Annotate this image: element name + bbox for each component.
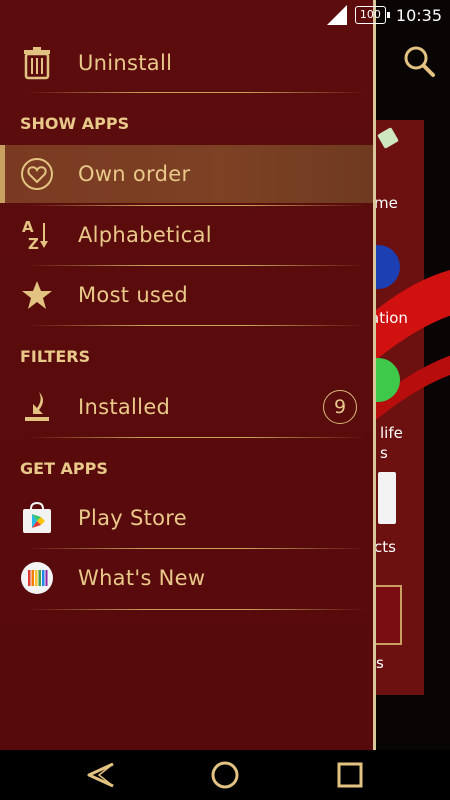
section-header-get-apps: GET APPS <box>20 459 108 478</box>
star-icon <box>20 278 54 312</box>
drawer-item-installed[interactable]: Installed 9 <box>0 378 373 436</box>
signal-strength-icon <box>326 5 347 25</box>
drawer-item-label: Play Store <box>78 506 187 530</box>
app-label-partial-6: s <box>376 654 384 672</box>
navigation-drawer: Uninstall SHOW APPS Own order A Z Alphab… <box>0 0 376 750</box>
section-header-filters: FILTERS <box>20 347 91 366</box>
back-icon <box>87 762 114 788</box>
svg-text:Z: Z <box>28 235 39 253</box>
drawer-item-label: Alphabetical <box>78 223 212 247</box>
drawer-item-uninstall[interactable]: Uninstall <box>0 36 373 90</box>
whats-new-icon <box>20 561 54 595</box>
app-label-partial-4: s <box>380 444 388 462</box>
download-icon <box>20 390 54 424</box>
app-label-partial-2: ation <box>376 309 408 327</box>
app-icon-partial-4[interactable] <box>378 472 396 524</box>
back-button[interactable] <box>80 756 120 794</box>
drawer-item-whats-new[interactable]: What's New <box>0 549 373 607</box>
search-button[interactable] <box>400 42 440 82</box>
status-bar: 100 10:35 <box>0 0 450 32</box>
drawer-item-label: What's New <box>78 566 206 590</box>
drawer-item-label: Installed <box>78 395 171 419</box>
trash-icon <box>20 46 54 80</box>
drawer-item-label: Uninstall <box>78 51 173 75</box>
app-label-partial-5: cts <box>376 538 396 556</box>
clock: 10:35 <box>395 5 442 25</box>
az-sort-icon: A Z <box>20 218 54 253</box>
svg-text:A: A <box>22 218 34 236</box>
drawer-item-label: Most used <box>78 283 189 307</box>
app-label-partial-1: me <box>376 194 398 212</box>
drawer-item-alphabetical[interactable]: A Z Alphabetical <box>0 206 373 264</box>
home-icon <box>211 761 239 789</box>
divider <box>26 92 366 93</box>
search-icon <box>404 46 435 77</box>
navigation-bar <box>0 750 450 800</box>
divider <box>26 437 366 438</box>
drawer-item-own-order[interactable]: Own order <box>0 145 373 203</box>
app-grid-background: me ation life s cts s <box>376 0 450 750</box>
recents-button[interactable] <box>330 756 370 794</box>
app-label-partial-3: life <box>380 424 403 442</box>
drawer-item-most-used[interactable]: Most used <box>0 266 373 324</box>
drawer-item-play-store[interactable]: Play Store <box>0 489 373 547</box>
drawer-item-label: Own order <box>78 162 191 186</box>
heart-icon <box>20 157 54 191</box>
divider <box>26 609 366 610</box>
play-store-icon <box>20 501 54 535</box>
section-header-show-apps: SHOW APPS <box>20 114 130 133</box>
home-button[interactable] <box>205 756 245 794</box>
divider <box>26 325 366 326</box>
recents-icon <box>337 762 363 788</box>
installed-count-badge: 9 <box>323 390 357 424</box>
battery-indicator: 100 <box>354 6 390 24</box>
app-icon-partial-5[interactable] <box>376 585 402 645</box>
